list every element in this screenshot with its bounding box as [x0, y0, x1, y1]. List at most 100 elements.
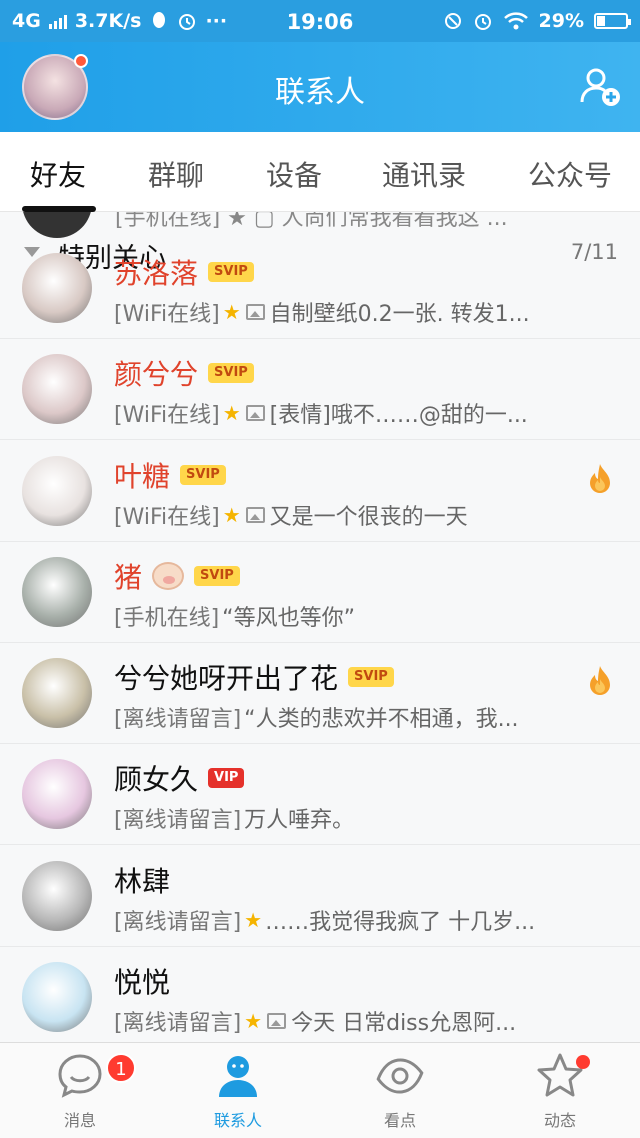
- signature-text: “等风也等你”: [222, 605, 355, 631]
- app-header: 联系人: [0, 42, 640, 132]
- contact-name-line: 颜兮兮 SVIP: [114, 353, 254, 393]
- star-icon: ★: [244, 1008, 263, 1033]
- nfc-icon: [444, 13, 461, 29]
- alarm-icon: [474, 14, 491, 30]
- contact-subtitle: [WiFi在线] ★ [表情]哦不……@甜的一...: [114, 397, 528, 429]
- contact-name-line: 悦悦: [114, 961, 170, 1001]
- contact-row[interactable]: 苏洛落 SVIP [WiFi在线] ★ 自制壁纸0.2一张. 转发1...: [0, 238, 640, 339]
- contact-name: 悦悦: [114, 965, 171, 999]
- image-icon: [245, 506, 265, 523]
- contact-row[interactable]: 叶糖 SVIP [WiFi在线] ★ 又是一个很丧的一天: [0, 441, 640, 542]
- contact-row[interactable]: 颜兮兮 SVIP [WiFi在线] ★ [表情]哦不……@甜的一...: [0, 339, 640, 441]
- avatar[interactable]: [22, 455, 92, 526]
- nav-moments[interactable]: 动态: [500, 1051, 620, 1131]
- status-bar: 4G 3.7K/s ··· 19:06 29%: [0, 0, 640, 42]
- contact-name-line: 苏洛落 SVIP: [114, 252, 254, 292]
- notification-dot: [74, 54, 88, 68]
- vip-badge: SVIP: [208, 262, 254, 282]
- tab-friends[interactable]: 好友: [30, 154, 86, 194]
- avatar[interactable]: [22, 354, 92, 425]
- signature-text: 今天 日常diss允恩阿...: [291, 1010, 517, 1036]
- flame-icon: [590, 463, 610, 493]
- image-icon: [245, 304, 265, 320]
- contact-name-line: 叶糖 SVIP: [114, 455, 226, 495]
- online-status: [WiFi在线]: [114, 302, 220, 327]
- add-friend-icon[interactable]: [578, 64, 622, 108]
- nav-label: 看点: [383, 1111, 416, 1130]
- contact-subtitle: [离线请留言] ★ ……我觉得我疯了 十几岁...: [114, 904, 535, 936]
- eye-icon: [376, 1058, 424, 1094]
- avatar[interactable]: [22, 961, 92, 1032]
- nav-label: 动态: [543, 1111, 576, 1130]
- contact-subtitle: [离线请留言] “人类的悲欢并不相通，我...: [114, 701, 519, 733]
- tab-devices[interactable]: 设备: [266, 154, 322, 194]
- avatar[interactable]: [22, 556, 92, 627]
- contact-row[interactable]: 林肆 [离线请留言] ★ ……我觉得我疯了 十几岁...: [0, 846, 640, 947]
- tab-groups[interactable]: 群聊: [148, 154, 204, 194]
- avatar: [22, 212, 92, 238]
- contact-name-line: 顾女久 VIP: [114, 758, 245, 798]
- signature-text: [表情]哦不……@甜的一...: [269, 403, 528, 429]
- flame-icon: [590, 666, 610, 695]
- signature-text: 又是一个很丧的一天: [269, 504, 468, 530]
- contact-row[interactable]: 顾女久 VIP [离线请留言] 万人唾弃。: [0, 744, 640, 846]
- contacts-person-icon: [219, 1056, 257, 1097]
- status-right: 29%: [443, 10, 631, 32]
- avatar[interactable]: [22, 658, 92, 728]
- avatar[interactable]: [22, 253, 92, 323]
- partial-contact-row[interactable]: [手机在线] ★ ▢ 人尚们常我看看我这 ...: [0, 212, 640, 238]
- battery-percent: 29%: [538, 10, 584, 32]
- contact-name: 猪: [114, 560, 143, 594]
- unread-badge: 1: [106, 1053, 136, 1083]
- contact-subtitle: [离线请留言] 万人唾弃。: [114, 802, 354, 834]
- contact-subtitle: [手机在线] “等风也等你”: [114, 600, 355, 632]
- signature-text: 万人唾弃。: [244, 808, 355, 834]
- star-icon: ★: [222, 502, 241, 527]
- wifi-icon: [503, 12, 528, 30]
- contact-name: 顾女久: [114, 763, 199, 797]
- contact-subtitle: [WiFi在线] ★ 自制壁纸0.2一张. 转发1...: [114, 296, 530, 328]
- battery-icon: [594, 13, 631, 29]
- new-moments-dot: [576, 1055, 590, 1069]
- contact-name: 兮兮她呀开出了花: [114, 662, 339, 695]
- signature-text: 自制壁纸0.2一张. 转发1...: [269, 302, 530, 327]
- tab-address-book[interactable]: 通讯录: [382, 154, 466, 194]
- contact-name: 苏洛落: [114, 257, 199, 290]
- nav-label: 联系人: [213, 1111, 262, 1130]
- vip-badge: VIP: [208, 768, 245, 789]
- page-title: 联系人: [275, 75, 365, 110]
- image-icon: [245, 405, 265, 422]
- signature-text: ……我觉得我疯了 十几岁...: [265, 909, 536, 935]
- contact-row[interactable]: 猪 SVIP [手机在线] “等风也等你”: [0, 542, 640, 643]
- contact-name-line: 林肆: [114, 860, 170, 900]
- star-icon: ★: [244, 907, 263, 932]
- avatar[interactable]: [22, 860, 92, 931]
- contact-name: 叶糖: [114, 459, 171, 493]
- vip-badge: SVIP: [180, 464, 226, 485]
- online-status: [离线请留言]: [114, 808, 242, 834]
- tab-bar: 好友 群聊 设备 通讯录 公众号: [0, 132, 640, 212]
- partial-row-text: [手机在线] ★ ▢ 人尚们常我看看我这 ...: [115, 212, 508, 231]
- online-status: [离线请留言]: [114, 909, 242, 935]
- signature-text: “人类的悲欢并不相通，我...: [244, 707, 519, 732]
- vip-badge: SVIP: [348, 667, 394, 687]
- nav-messages[interactable]: 消息 1: [20, 1051, 140, 1131]
- vip-badge: SVIP: [208, 363, 254, 384]
- contact-list[interactable]: [手机在线] ★ ▢ 人尚们常我看看我这 ... 特别关心 7/11 苏洛落 SV…: [0, 212, 640, 1042]
- online-status: [WiFi在线]: [114, 403, 220, 429]
- contact-subtitle: [WiFi在线] ★ 又是一个很丧的一天: [114, 499, 468, 531]
- tab-official-accounts[interactable]: 公众号: [528, 154, 612, 194]
- online-status: [离线请留言]: [114, 1010, 242, 1036]
- star-icon: ★: [222, 401, 241, 426]
- online-status: [手机在线]: [114, 605, 220, 631]
- contact-row[interactable]: 兮兮她呀开出了花 SVIP [离线请留言] “人类的悲欢并不相通，我...: [0, 643, 640, 744]
- contact-row[interactable]: 悦悦 [离线请留言] ★ 今天 日常diss允恩阿...: [0, 947, 640, 1042]
- contact-name: 林肆: [114, 864, 171, 898]
- nav-contacts[interactable]: 联系人: [178, 1051, 298, 1131]
- contact-name: 颜兮兮: [114, 358, 199, 392]
- nav-discover[interactable]: 看点: [340, 1051, 460, 1131]
- avatar[interactable]: [22, 759, 92, 830]
- contact-name-line: 兮兮她呀开出了花 SVIP: [114, 657, 394, 697]
- star-icon: ★: [222, 300, 241, 324]
- online-status: [WiFi在线]: [114, 504, 220, 530]
